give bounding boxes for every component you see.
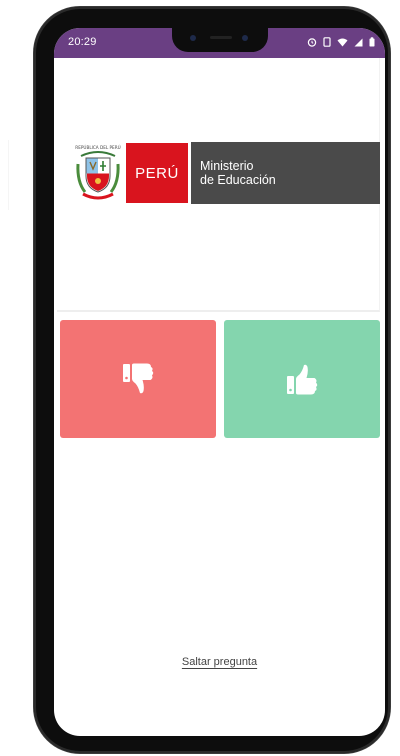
emblem-text: REPÚBLICA DEL PERÚ xyxy=(75,145,120,150)
ministry-label: Ministerio de Educación xyxy=(191,142,380,204)
like-button[interactable] xyxy=(224,320,380,438)
skip-question-container: Saltar pregunta xyxy=(54,656,385,668)
speaker-grille xyxy=(210,36,232,39)
camera-icon xyxy=(190,35,196,41)
alarm-icon xyxy=(307,38,317,47)
minedu-logo: REPÚBLICA DEL PERÚ PERÚ Ministerio de Ed… xyxy=(75,142,380,204)
thumbs-up-icon xyxy=(287,364,318,395)
vibrate-icon xyxy=(323,37,331,47)
skip-question-link[interactable]: Saltar pregunta xyxy=(182,656,257,668)
status-icons xyxy=(307,37,375,47)
camera-icon xyxy=(242,35,248,41)
camera-notch xyxy=(172,28,268,52)
thumbs-down-icon xyxy=(123,363,154,394)
header-logo-card: REPÚBLICA DEL PERÚ PERÚ Ministerio de Ed… xyxy=(57,58,380,312)
battery-icon xyxy=(369,37,375,47)
wifi-icon xyxy=(337,38,348,46)
peru-label: PERÚ xyxy=(125,142,189,204)
dislike-button[interactable] xyxy=(60,320,216,438)
status-time: 20:29 xyxy=(68,36,97,48)
ministry-line-2: de Educación xyxy=(200,173,276,187)
peru-coat-of-arms-icon: REPÚBLICA DEL PERÚ xyxy=(75,145,121,200)
signal-icon xyxy=(354,38,363,46)
background-artifact xyxy=(8,140,27,210)
phone-frame: 20:29 REPÚBLICA DEL PERÚ PERÚ Ministerio… xyxy=(34,7,390,753)
app-screen: 20:29 REPÚBLICA DEL PERÚ PERÚ Ministerio… xyxy=(54,28,385,736)
ministry-line-1: Ministerio xyxy=(200,159,254,173)
